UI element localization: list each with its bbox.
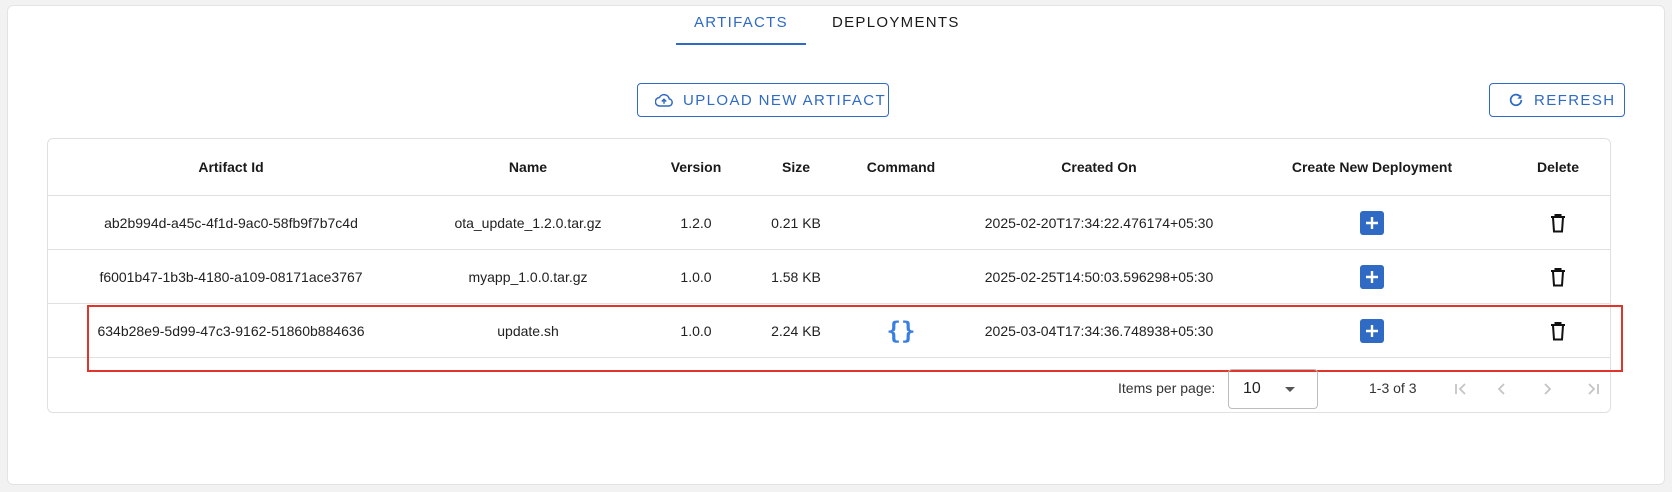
cell-version: 1.0.0 (642, 249, 750, 304)
table-row: f6001b47-1b3b-4180-a109-08171ace3767 mya… (48, 249, 1610, 304)
cell-artifact-id: 634b28e9-5d99-47c3-9162-51860b884636 (48, 303, 414, 358)
cell-name: myapp_1.0.0.tar.gz (414, 249, 642, 304)
refresh-button[interactable]: REFRESH (1489, 83, 1625, 117)
braces-icon[interactable]: {} (887, 317, 916, 345)
header-artifact-id: Artifact Id (48, 139, 414, 196)
cell-size: 2.24 KB (750, 303, 842, 358)
cell-version: 1.2.0 (642, 195, 750, 250)
tab-bar: ARTIFACTS DEPLOYMENTS (0, 0, 1672, 52)
create-deployment-button[interactable] (1360, 264, 1384, 289)
artifacts-table-card: Artifact Id Name Version Size Command Cr… (47, 138, 1611, 413)
items-per-page-select[interactable]: 10 (1228, 369, 1318, 409)
cell-created-on: 2025-02-25T14:50:03.596298+05:30 (960, 249, 1238, 304)
next-page-icon (1544, 383, 1552, 395)
refresh-icon (1509, 93, 1523, 107)
header-created-on: Created On (960, 139, 1238, 196)
table-row: 634b28e9-5d99-47c3-9162-51860b884636 upd… (48, 303, 1610, 358)
trash-icon[interactable] (1550, 321, 1566, 341)
plus-icon (1366, 216, 1378, 229)
cell-name: ota_update_1.2.0.tar.gz (414, 195, 642, 250)
header-size: Size (750, 139, 842, 196)
header-version: Version (642, 139, 750, 196)
cell-delete (1506, 303, 1610, 358)
table-row: ab2b994d-a45c-4f1d-9ac0-58fb9f7b7c4d ota… (48, 195, 1610, 250)
create-deployment-button[interactable] (1360, 210, 1384, 235)
create-deployment-button[interactable] (1360, 318, 1384, 343)
last-page-icon (1588, 383, 1599, 395)
first-page-button[interactable] (1449, 377, 1473, 401)
upload-new-artifact-button[interactable]: UPLOAD NEW ARTIFACT (637, 83, 889, 117)
artifacts-table: Artifact Id Name Version Size Command Cr… (48, 139, 1610, 358)
cell-created-on: 2025-02-20T17:34:22.476174+05:30 (960, 195, 1238, 250)
header-name: Name (414, 139, 642, 196)
chevron-down-icon (1285, 387, 1295, 392)
cell-command (842, 249, 960, 304)
cell-version: 1.0.0 (642, 303, 750, 358)
refresh-button-label: REFRESH (1534, 91, 1616, 109)
next-page-button[interactable] (1535, 377, 1559, 401)
header-create-new-deployment: Create New Deployment (1238, 139, 1506, 196)
last-page-button[interactable] (1581, 377, 1605, 401)
plus-icon (1366, 324, 1378, 337)
cloud-upload-icon (655, 93, 673, 107)
cell-name: update.sh (414, 303, 642, 358)
prev-page-button[interactable] (1490, 377, 1514, 401)
cell-size: 1.58 KB (750, 249, 842, 304)
trash-icon[interactable] (1550, 267, 1566, 287)
cell-artifact-id: f6001b47-1b3b-4180-a109-08171ace3767 (48, 249, 414, 304)
trash-icon[interactable] (1550, 213, 1566, 233)
items-per-page-label: Items per page: (1118, 380, 1216, 396)
prev-page-icon (1497, 383, 1505, 395)
tab-artifacts[interactable]: ARTIFACTS (676, 14, 806, 45)
cell-create-deployment (1238, 249, 1506, 304)
cell-command (842, 195, 960, 250)
cell-artifact-id: ab2b994d-a45c-4f1d-9ac0-58fb9f7b7c4d (48, 195, 414, 250)
plus-icon (1366, 270, 1378, 283)
items-per-page-value: 10 (1243, 380, 1261, 397)
cell-delete (1506, 249, 1610, 304)
table-header-row: Artifact Id Name Version Size Command Cr… (48, 139, 1610, 196)
cell-created-on: 2025-03-04T17:34:36.748938+05:30 (960, 303, 1238, 358)
header-delete: Delete (1506, 139, 1610, 196)
upload-button-label: UPLOAD NEW ARTIFACT (683, 91, 887, 109)
first-page-icon (1455, 383, 1466, 395)
cell-command: {} (842, 303, 960, 358)
cell-create-deployment (1238, 303, 1506, 358)
cell-delete (1506, 195, 1610, 250)
tab-deployments[interactable]: DEPLOYMENTS (832, 14, 960, 45)
cell-create-deployment (1238, 195, 1506, 250)
pagination-range: 1-3 of 3 (1369, 380, 1417, 396)
cell-size: 0.21 KB (750, 195, 842, 250)
header-command: Command (842, 139, 960, 196)
